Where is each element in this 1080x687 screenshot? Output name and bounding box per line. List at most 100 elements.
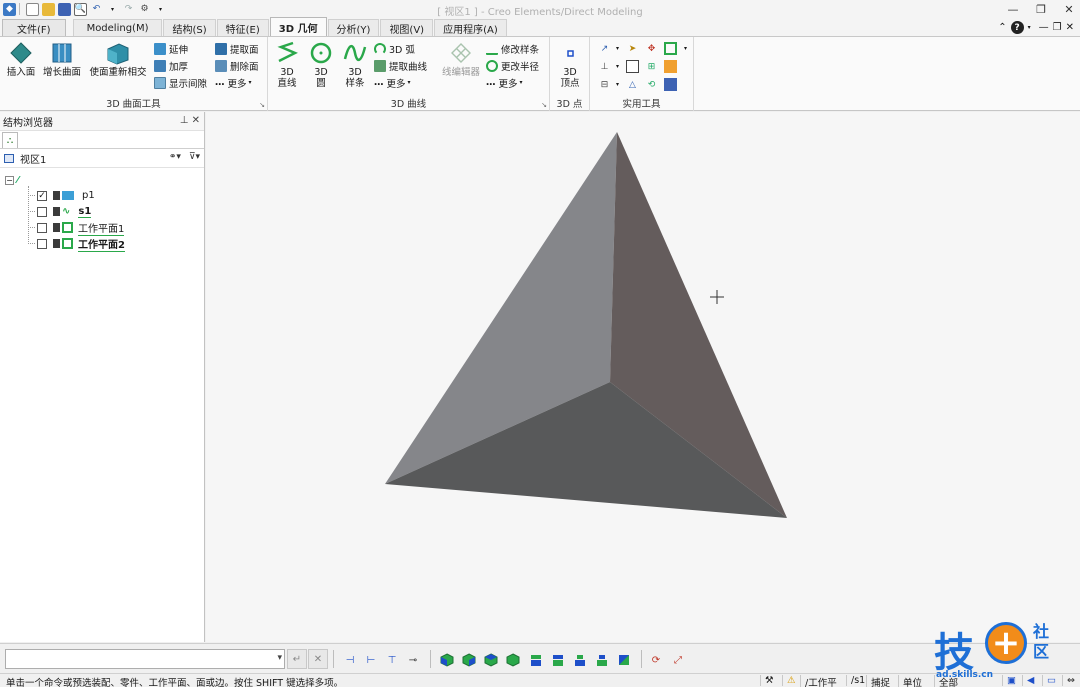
status-catch[interactable]: 捕捉 (866, 675, 890, 687)
visibility-checkbox[interactable]: ✓ (37, 190, 47, 201)
3d-viewport[interactable] (206, 112, 1080, 642)
axis-icon[interactable]: ⊥ (598, 60, 611, 73)
change-radius-button[interactable]: 更改半径 (486, 58, 539, 73)
tab-structure[interactable]: 结构(S) (163, 19, 216, 36)
status-tool-icon[interactable]: ⚒ (760, 675, 774, 686)
tab-feature[interactable]: 特征(E) (216, 19, 269, 36)
select-box-icon[interactable] (664, 42, 677, 55)
tab-applications[interactable]: 应用程序(A) (434, 19, 507, 36)
status-active-part[interactable]: /s1 (846, 675, 865, 686)
3d-arc-button[interactable]: 3D 弧 (374, 41, 415, 56)
view-iso3-icon[interactable] (483, 652, 499, 668)
redo-icon[interactable]: ↷ (122, 3, 135, 16)
delete-face-button[interactable]: 删除面 (215, 58, 259, 73)
extract-face-button[interactable]: 提取面 (215, 41, 259, 56)
tab-analysis[interactable]: 分析(Y) (327, 19, 380, 36)
tree-tab-icon[interactable]: ⛬ (2, 132, 18, 148)
measure-icon[interactable]: ↗ (598, 42, 611, 55)
pointer-icon[interactable]: ➤ (626, 42, 639, 55)
help-dropdown-icon[interactable]: ▾ (1028, 24, 1031, 31)
save-icon[interactable] (58, 2, 71, 16)
tab-view[interactable]: 视图(V) (380, 19, 434, 36)
visibility-checkbox[interactable] (37, 222, 47, 233)
pin-close-icon[interactable]: ⊥ ✕ (180, 115, 200, 126)
modify-spline-button[interactable]: 修改样条 (486, 41, 539, 56)
view-from-left-icon[interactable]: ⊣ (342, 652, 358, 668)
catalog-icon[interactable]: ⊞ (645, 60, 658, 73)
minimize-ribbon-icon[interactable]: ⌃ (998, 22, 1006, 33)
view-iso4-icon[interactable] (505, 652, 521, 668)
restore-icon[interactable]: ❐ (1030, 0, 1052, 18)
reintersect-faces-button[interactable]: 使面重新相交 (86, 40, 150, 78)
doc-minimize-icon[interactable]: — (1039, 22, 1049, 33)
grow-surface-button[interactable]: 增长曲面 (40, 40, 84, 78)
tab-modeling[interactable]: Modeling(M) (72, 19, 163, 36)
visibility-checkbox[interactable] (37, 238, 47, 249)
library-icon[interactable] (664, 60, 677, 73)
app-icon[interactable]: ◆ (3, 2, 16, 16)
new-file-icon[interactable] (26, 2, 39, 16)
open-folder-icon[interactable] (42, 2, 55, 16)
doc-restore-icon[interactable]: ❐ (1053, 22, 1062, 33)
chevron-down-icon[interactable]: ▾ (277, 653, 282, 663)
3d-spline-button[interactable]: 3D 样条 (340, 40, 370, 89)
chevron-down-icon[interactable]: ▾ (611, 78, 624, 91)
tree-root[interactable]: − ⁄ (5, 173, 19, 188)
3d-circle-button[interactable]: 3D 圆 (306, 40, 336, 89)
table-icon[interactable] (626, 60, 639, 73)
redraw-icon[interactable]: ⟳ (648, 652, 664, 668)
customize-dropdown-icon[interactable]: ▾ (154, 3, 167, 16)
3d-vertex-button[interactable]: 3D 顶点 (555, 40, 585, 89)
mirror-icon[interactable]: △ (626, 78, 639, 91)
close-icon[interactable]: ✕ (1058, 0, 1080, 18)
chevron-down-icon[interactable]: ▾ (611, 42, 624, 55)
dialog-launcher-icon[interactable]: ↘ (541, 101, 547, 109)
more-curve2-button[interactable]: … 更多 ▾ (486, 75, 523, 90)
more-curve-button[interactable]: … 更多 ▾ (374, 75, 411, 90)
view-from-bottom-icon[interactable]: ⊸ (405, 652, 421, 668)
clear-button[interactable]: ✕ (308, 649, 328, 669)
view-plane3-icon[interactable] (572, 652, 588, 668)
print-preview-icon[interactable]: 🔍 (74, 2, 87, 16)
chevron-down-icon[interactable]: ▾ (611, 60, 624, 73)
extract-curve-button[interactable]: 提取曲线 (374, 58, 427, 73)
help-icon[interactable]: ? (1010, 21, 1024, 34)
zoom-fit-icon[interactable]: ⤢ (670, 652, 686, 668)
visibility-checkbox[interactable] (37, 206, 47, 217)
report-icon[interactable] (664, 78, 677, 91)
tab-3d-geometry[interactable]: 3D 几何 (269, 17, 327, 36)
dialog-launcher-icon[interactable]: ↘ (259, 101, 265, 109)
filter-icon[interactable]: ⊽▾ (189, 152, 200, 162)
more-surface-button[interactable]: … 更多 ▾ (215, 75, 252, 90)
extend-button[interactable]: 延伸 (154, 41, 188, 56)
collapse-icon[interactable]: − (5, 176, 14, 185)
chevron-down-icon[interactable]: ▾ (679, 42, 692, 55)
view-iso1-icon[interactable] (439, 652, 455, 668)
insert-face-button[interactable]: 插入面 (4, 40, 38, 78)
view-plane5-icon[interactable] (616, 652, 632, 668)
binoculars-icon[interactable]: ⚭▾ (169, 152, 181, 162)
thicken-button[interactable]: 加厚 (154, 58, 188, 73)
3d-line-button[interactable]: 3D 直线 (272, 40, 302, 89)
warning-icon[interactable]: ⚠ (782, 675, 796, 686)
enter-button[interactable]: ↵ (287, 649, 307, 669)
view-from-right-icon[interactable]: ⊢ (363, 652, 379, 668)
tree-item-workplane1[interactable]: 工作平面1 (28, 220, 125, 236)
view-plane1-icon[interactable] (528, 652, 544, 668)
grid-icon[interactable]: ⊟ (598, 78, 611, 91)
tree-item-workplane2[interactable]: 工作平面2 (28, 236, 125, 252)
undo-icon[interactable]: ↶ (90, 3, 103, 16)
doc-close-icon[interactable]: ✕ (1066, 22, 1074, 33)
tree-item-s1[interactable]: ∿ s1 (28, 204, 92, 219)
undo-dropdown-icon[interactable]: ▾ (106, 3, 119, 16)
tab-file[interactable]: 文件(F) (2, 19, 66, 36)
tree-item-p1[interactable]: ✓ p1 (28, 188, 95, 203)
status-workplane[interactable]: /工作平 (800, 675, 837, 687)
wire-editor-button[interactable]: 线编辑器 (438, 40, 484, 78)
transform-icon[interactable]: ✥ (645, 42, 658, 55)
show-gaps-button[interactable]: 显示间隙 (154, 75, 207, 90)
settings-icon[interactable]: ⚙ (138, 3, 151, 16)
view-from-top-icon[interactable]: ⊤ (384, 652, 400, 668)
command-input[interactable]: ▾ (5, 649, 285, 669)
status-units[interactable]: 单位 (898, 675, 922, 687)
